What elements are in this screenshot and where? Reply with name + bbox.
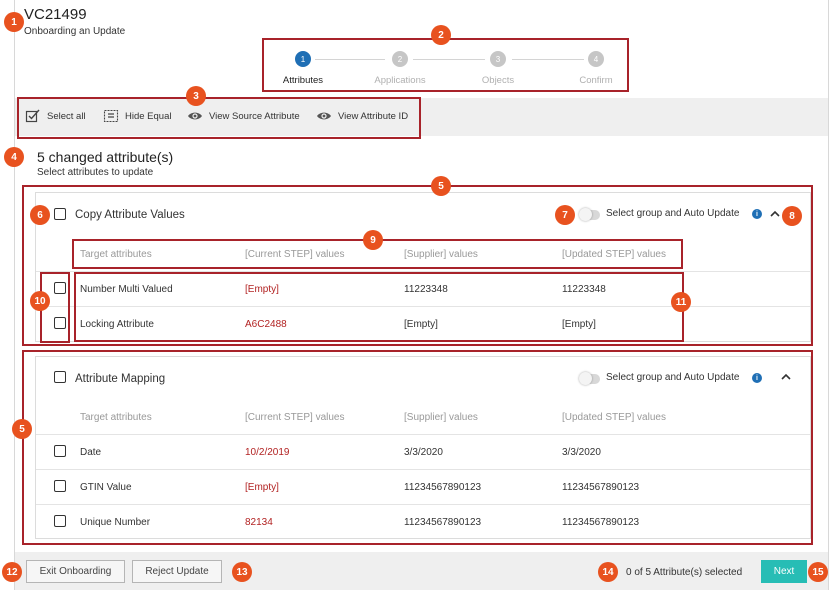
auto-update-toggle[interactable]: [579, 208, 600, 221]
eye-icon: [187, 108, 203, 124]
callout-marker: 5: [12, 419, 32, 439]
page-subtitle: Onboarding an Update: [24, 26, 126, 37]
group-checkbox[interactable]: [54, 208, 66, 220]
cell-updated: 11223348: [562, 284, 606, 295]
cell-supplier: [Empty]: [404, 319, 438, 330]
column-header-supplier: [Supplier] values: [404, 412, 478, 423]
cell-target: Unique Number: [80, 517, 151, 528]
cell-current: A6C2488: [245, 319, 287, 330]
callout-marker: 12: [2, 562, 22, 582]
cell-current: 82134: [245, 517, 273, 528]
row-divider: [36, 306, 810, 307]
row-checkbox[interactable]: [54, 282, 66, 294]
eye-icon: [316, 108, 332, 124]
cell-current: [Empty]: [245, 284, 279, 295]
step-confirm[interactable]: 4 Confirm: [556, 51, 636, 86]
step-label: Objects: [481, 75, 515, 86]
cell-updated: 11234567890123: [562, 482, 640, 493]
step-number: 3: [490, 51, 506, 67]
step-label: Applications: [374, 75, 426, 86]
changed-count-title: 5 changed attribute(s): [37, 149, 174, 165]
view-attribute-id-label: View Attribute ID: [338, 110, 409, 122]
hide-equal-button[interactable]: Hide Equal: [103, 108, 171, 124]
group-checkbox[interactable]: [54, 371, 66, 383]
callout-marker: 1: [4, 12, 24, 32]
column-header-updated: [Updated STEP] values: [562, 249, 666, 260]
row-divider: [36, 271, 810, 272]
step-number: 1: [295, 51, 311, 67]
cell-updated: 11234567890123: [562, 517, 640, 528]
select-all-button[interactable]: Select all: [25, 108, 86, 124]
callout-marker: 2: [431, 25, 451, 45]
cell-supplier: 11223348: [404, 284, 448, 295]
auto-update-toggle[interactable]: [579, 372, 600, 385]
callout-marker: 15: [808, 562, 828, 582]
callout-marker: 11: [671, 292, 691, 312]
hide-equal-label: Hide Equal: [125, 110, 172, 122]
column-header-current: [Current STEP] values: [245, 249, 345, 260]
step-applications[interactable]: 2 Applications: [360, 51, 440, 86]
step-number: 2: [392, 51, 408, 67]
auto-update-label: Select group and Auto Update: [606, 372, 740, 383]
view-source-attribute-label: View Source Attribute: [209, 110, 300, 122]
auto-update-label: Select group and Auto Update: [606, 208, 740, 219]
step-label: Confirm: [579, 75, 613, 86]
cell-target: Number Multi Valued: [80, 284, 173, 295]
row-divider: [36, 434, 810, 435]
select-all-icon: [25, 108, 41, 124]
page-title: VC21499: [24, 6, 87, 23]
cell-updated: 3/3/2020: [562, 447, 601, 458]
chevron-up-icon[interactable]: [780, 372, 792, 382]
callout-marker: 14: [598, 562, 618, 582]
info-icon[interactable]: i: [752, 373, 762, 383]
step-attributes[interactable]: 1 Attributes: [263, 51, 343, 86]
exit-onboarding-button[interactable]: Exit Onboarding: [26, 560, 125, 583]
next-button[interactable]: Next: [761, 560, 807, 583]
selection-status: 0 of 5 Attribute(s) selected: [626, 567, 743, 578]
callout-marker: 7: [555, 205, 575, 225]
cell-current: [Empty]: [245, 482, 279, 493]
view-source-attribute-button[interactable]: View Source Attribute: [187, 108, 300, 124]
callout-marker: 8: [782, 206, 802, 226]
cell-updated: [Empty]: [562, 319, 596, 330]
cell-target: GTIN Value: [80, 482, 132, 493]
group-title: Attribute Mapping: [75, 373, 166, 385]
cell-target: Locking Attribute: [80, 319, 154, 330]
step-objects[interactable]: 3 Objects: [458, 51, 538, 86]
cell-supplier: 11234567890123: [404, 482, 482, 493]
row-divider: [36, 504, 810, 505]
hide-equal-icon: [103, 108, 119, 124]
reject-update-button[interactable]: Reject Update: [132, 560, 222, 583]
view-attribute-id-button[interactable]: View Attribute ID: [316, 108, 408, 124]
callout-marker: 4: [4, 147, 24, 167]
column-header-current: [Current STEP] values: [245, 412, 345, 423]
row-checkbox[interactable]: [54, 445, 66, 457]
row-checkbox[interactable]: [54, 515, 66, 527]
row-checkbox[interactable]: [54, 480, 66, 492]
callout-marker: 13: [232, 562, 252, 582]
cell-supplier: 11234567890123: [404, 517, 482, 528]
column-header-target: Target attributes: [80, 249, 152, 260]
step-label: Attributes: [282, 75, 324, 86]
info-icon[interactable]: i: [752, 209, 762, 219]
callout-marker: 3: [186, 86, 206, 106]
row-divider: [36, 469, 810, 470]
column-header-supplier: [Supplier] values: [404, 249, 478, 260]
column-header-target: Target attributes: [80, 412, 152, 423]
row-checkbox[interactable]: [54, 317, 66, 329]
step-number: 4: [588, 51, 604, 67]
callout-marker: 9: [363, 230, 383, 250]
column-header-updated: [Updated STEP] values: [562, 412, 666, 423]
chevron-up-icon[interactable]: [769, 209, 781, 219]
cell-current: 10/2/2019: [245, 447, 290, 458]
callout-marker: 10: [30, 291, 50, 311]
cell-supplier: 3/3/2020: [404, 447, 443, 458]
callout-marker: 6: [30, 205, 50, 225]
changed-count-subtitle: Select attributes to update: [37, 167, 154, 178]
callout-marker: 5: [431, 176, 451, 196]
group-title: Copy Attribute Values: [75, 209, 185, 221]
cell-target: Date: [80, 447, 102, 458]
select-all-label: Select all: [47, 110, 86, 122]
